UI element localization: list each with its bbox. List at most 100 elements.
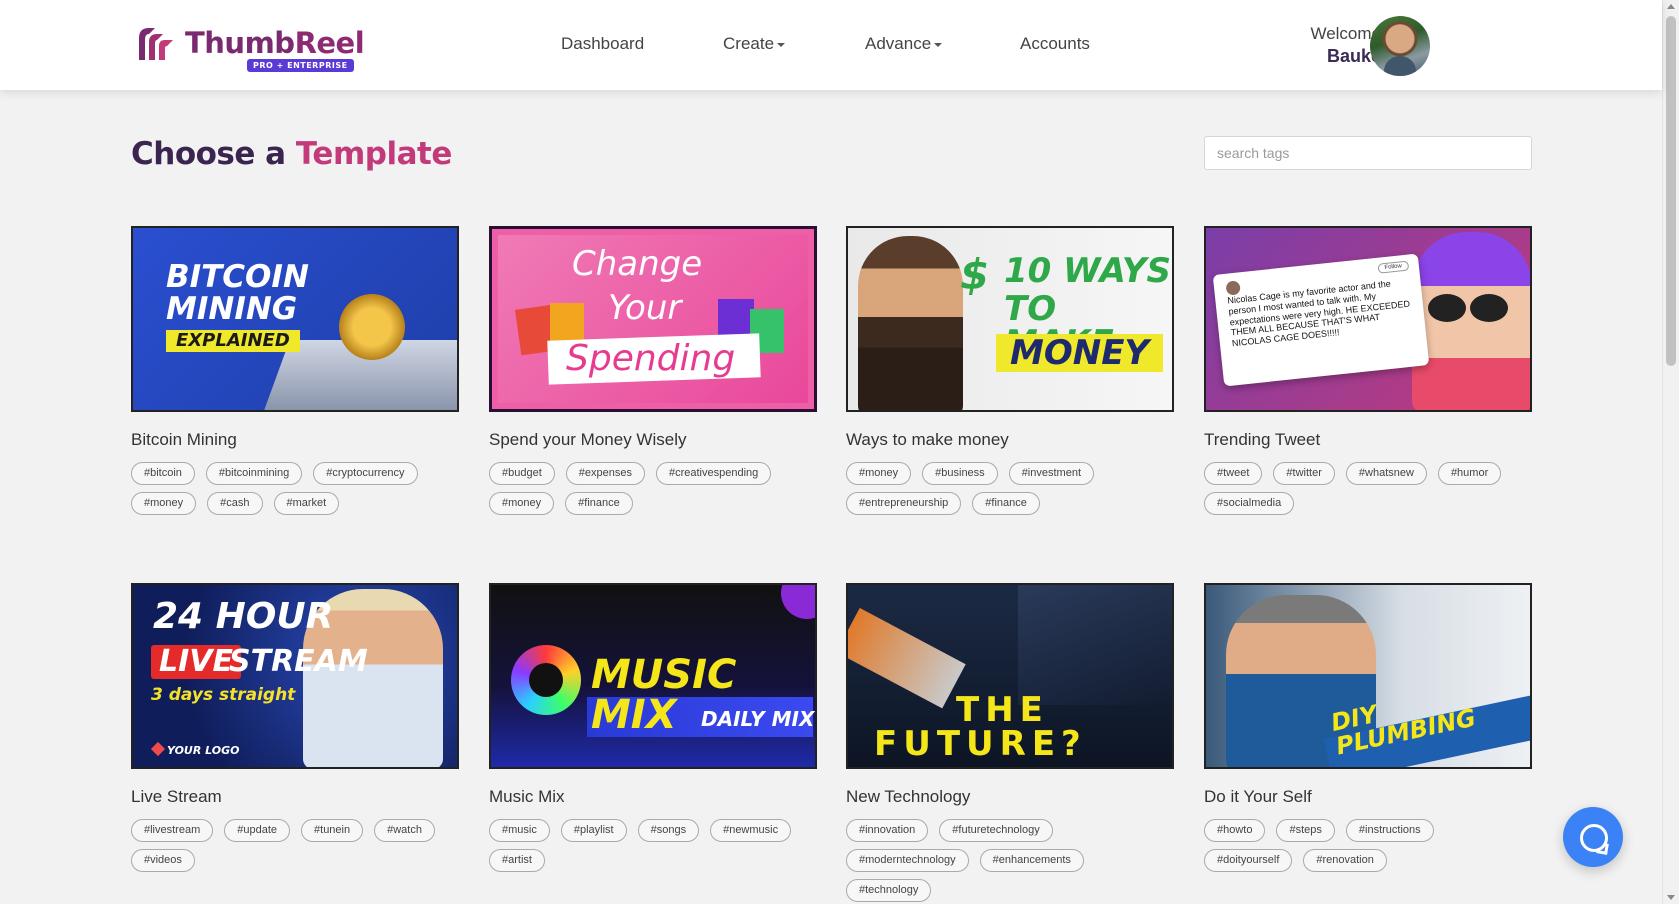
- tag-chip[interactable]: #money: [489, 492, 555, 515]
- tag-list: #money #business #investment #entreprene…: [846, 462, 1174, 515]
- thumb-line: MINING: [166, 291, 298, 327]
- scroll-down-icon[interactable]: [1667, 895, 1675, 900]
- tag-chip[interactable]: #enhancements: [979, 849, 1084, 872]
- thumb-line: BITCOIN: [166, 259, 309, 295]
- tag-chip[interactable]: #market: [273, 492, 340, 515]
- template-thumbnail[interactable]: Follow Nicolas Cage is my favorite actor…: [1204, 226, 1532, 412]
- tag-chip[interactable]: #futuretechnology: [939, 819, 1053, 842]
- thumb-line: Change: [572, 244, 703, 284]
- template-card[interactable]: 24 HOUR LIVE STREAM 3 days straight YOUR…: [131, 583, 459, 872]
- page-scrollbar[interactable]: [1662, 0, 1679, 904]
- template-title[interactable]: Live Stream: [131, 787, 459, 807]
- tweet-card: Follow Nicolas Cage is my favorite actor…: [1212, 253, 1430, 387]
- nav-advance[interactable]: Advance: [865, 34, 943, 54]
- tag-chip[interactable]: #creativespending: [655, 462, 772, 485]
- sunglasses-lens: [1470, 294, 1508, 322]
- scroll-up-icon[interactable]: [1667, 4, 1675, 9]
- tag-chip[interactable]: #socialmedia: [1204, 492, 1295, 515]
- man-photo: [858, 236, 963, 410]
- template-thumbnail[interactable]: MUSIC MIX DAILY MIX: [489, 583, 817, 769]
- tag-chip[interactable]: #watch: [374, 819, 435, 842]
- thumb-line: YOUR LOGO: [167, 744, 240, 757]
- tag-chip[interactable]: #entrepreneurship: [846, 492, 962, 515]
- nav-accounts[interactable]: Accounts: [1020, 34, 1090, 54]
- search-tags-input[interactable]: [1204, 136, 1532, 170]
- tag-chip[interactable]: #expenses: [565, 462, 645, 485]
- nav-create-label: Create: [723, 34, 775, 53]
- avatar[interactable]: [1370, 16, 1430, 76]
- logo-placeholder-icon: [150, 741, 166, 757]
- scroll-thumb[interactable]: [1666, 16, 1676, 366]
- tag-chip[interactable]: #money: [131, 492, 197, 515]
- template-thumbnail[interactable]: 24 HOUR LIVE STREAM 3 days straight YOUR…: [131, 583, 459, 769]
- template-title[interactable]: Music Mix: [489, 787, 817, 807]
- template-title[interactable]: Do it Your Self: [1204, 787, 1532, 807]
- tag-chip[interactable]: #cryptocurrency: [313, 462, 418, 485]
- template-title[interactable]: Ways to make money: [846, 430, 1174, 450]
- follow-button: Follow: [1377, 260, 1410, 274]
- tag-chip[interactable]: #playlist: [560, 819, 627, 842]
- template-card[interactable]: DIY PLUMBING Do it Your Self #howto #ste…: [1204, 583, 1532, 872]
- tag-chip[interactable]: #update: [224, 819, 291, 842]
- nav-create[interactable]: Create: [723, 34, 786, 54]
- tag-chip[interactable]: #bitcoinmining: [205, 462, 303, 485]
- tag-chip[interactable]: #doityourself: [1204, 849, 1293, 872]
- tag-chip[interactable]: #twitter: [1273, 462, 1335, 485]
- template-thumbnail[interactable]: DIY PLUMBING: [1204, 583, 1532, 769]
- tag-list: #budget #expenses #creativespending #mon…: [489, 462, 817, 515]
- thumb-line: DAILY MIX: [701, 707, 815, 731]
- tag-chip[interactable]: #newmusic: [710, 819, 792, 842]
- tag-chip[interactable]: #steps: [1276, 819, 1335, 842]
- tag-chip[interactable]: #money: [846, 462, 912, 485]
- template-title[interactable]: Bitcoin Mining: [131, 430, 459, 450]
- template-card[interactable]: Follow Nicolas Cage is my favorite actor…: [1204, 226, 1532, 515]
- tag-chip[interactable]: #budget: [489, 462, 555, 485]
- chevron-down-icon: [934, 42, 943, 47]
- tag-chip[interactable]: #howto: [1204, 819, 1266, 842]
- tag-chip[interactable]: #finance: [565, 492, 633, 515]
- template-thumbnail[interactable]: BITCOIN MINING EXPLAINED: [131, 226, 459, 412]
- tag-list: #innovation #futuretechnology #moderntec…: [846, 819, 1174, 902]
- template-card[interactable]: THE FUTURE? New Technology #innovation #…: [846, 583, 1174, 902]
- thumbreel-logo[interactable]: ThumbReel PRO + ENTERPRISE: [135, 22, 365, 74]
- template-card[interactable]: Change Your Spending Spend your Money Wi…: [489, 226, 817, 515]
- tag-chip[interactable]: #technology: [846, 879, 932, 902]
- chat-support-button[interactable]: [1563, 807, 1623, 867]
- page-title: Choose a Template: [131, 136, 452, 172]
- tag-chip[interactable]: #videos: [131, 849, 195, 872]
- template-title[interactable]: Trending Tweet: [1204, 430, 1532, 450]
- tag-chip[interactable]: #investment: [1008, 462, 1094, 485]
- tag-chip[interactable]: #business: [922, 462, 998, 485]
- logo-wordmark: ThumbReel: [185, 26, 365, 60]
- tag-chip[interactable]: #moderntechnology: [846, 849, 969, 872]
- tag-chip[interactable]: #artist: [489, 849, 545, 872]
- template-card[interactable]: $ 10 WAYS TO MAKE MONEY Ways to make mon…: [846, 226, 1174, 515]
- template-title[interactable]: Spend your Money Wisely: [489, 430, 817, 450]
- tag-chip[interactable]: #cash: [207, 492, 263, 515]
- template-thumbnail[interactable]: THE FUTURE?: [846, 583, 1174, 769]
- template-card[interactable]: BITCOIN MINING EXPLAINED Bitcoin Mining …: [131, 226, 459, 515]
- nav-dashboard[interactable]: Dashboard: [561, 34, 644, 54]
- tag-chip[interactable]: #innovation: [846, 819, 929, 842]
- tag-chip[interactable]: #songs: [637, 819, 700, 842]
- template-title[interactable]: New Technology: [846, 787, 1174, 807]
- thumb-line: MONEY: [996, 334, 1164, 372]
- tag-chip[interactable]: #tunein: [301, 819, 364, 842]
- tag-chip[interactable]: #livestream: [131, 819, 214, 842]
- tag-chip[interactable]: #instructions: [1345, 819, 1434, 842]
- tag-chip[interactable]: #renovation: [1303, 849, 1387, 872]
- thumb-line: 3 days straight: [151, 685, 296, 705]
- tag-chip[interactable]: #bitcoin: [131, 462, 195, 485]
- tag-chip[interactable]: #humor: [1437, 462, 1502, 485]
- tag-chip[interactable]: #tweet: [1204, 462, 1263, 485]
- tag-chip[interactable]: #music: [489, 819, 550, 842]
- thumb-line: THE: [956, 690, 1049, 730]
- tag-chip[interactable]: #whatsnew: [1345, 462, 1427, 485]
- template-thumbnail[interactable]: Change Your Spending: [489, 226, 817, 412]
- template-thumbnail[interactable]: $ 10 WAYS TO MAKE MONEY: [846, 226, 1174, 412]
- template-card[interactable]: MUSIC MIX DAILY MIX Music Mix #music #pl…: [489, 583, 817, 872]
- thumb-line: STREAM: [229, 644, 368, 679]
- thumb-line: Your: [608, 288, 682, 328]
- tweet-text: Nicolas Cage is my favorite actor and th…: [1226, 278, 1411, 349]
- tag-chip[interactable]: #finance: [972, 492, 1040, 515]
